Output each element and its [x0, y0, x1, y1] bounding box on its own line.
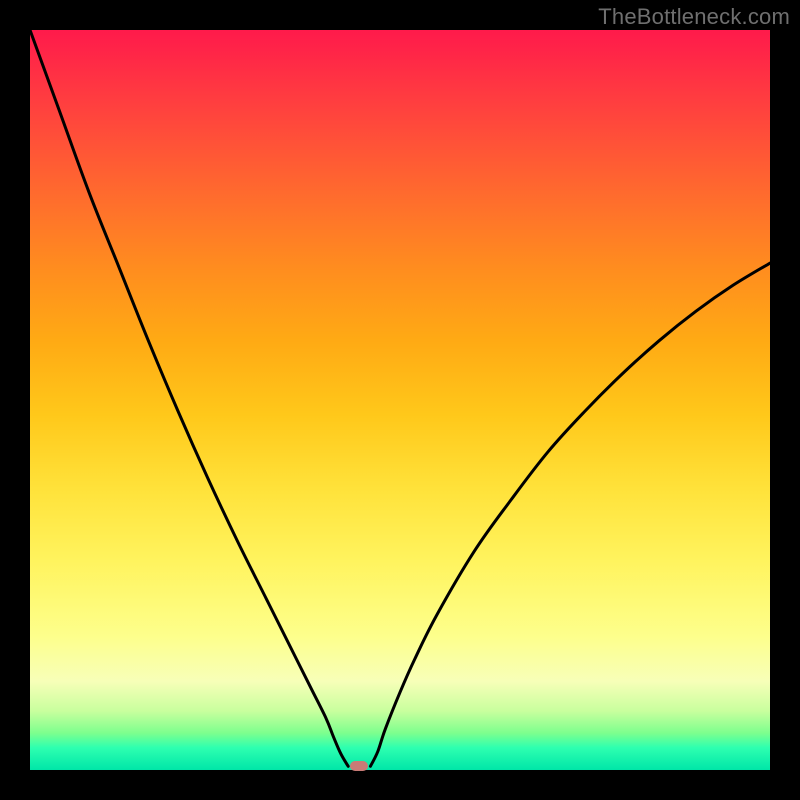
watermark-text: TheBottleneck.com	[598, 4, 790, 30]
plot-area	[30, 30, 770, 770]
curve-right	[370, 263, 770, 766]
curve-svg	[30, 30, 770, 770]
outer-frame: TheBottleneck.com	[0, 0, 800, 800]
curve-left	[30, 30, 348, 766]
trough-marker	[350, 761, 368, 771]
